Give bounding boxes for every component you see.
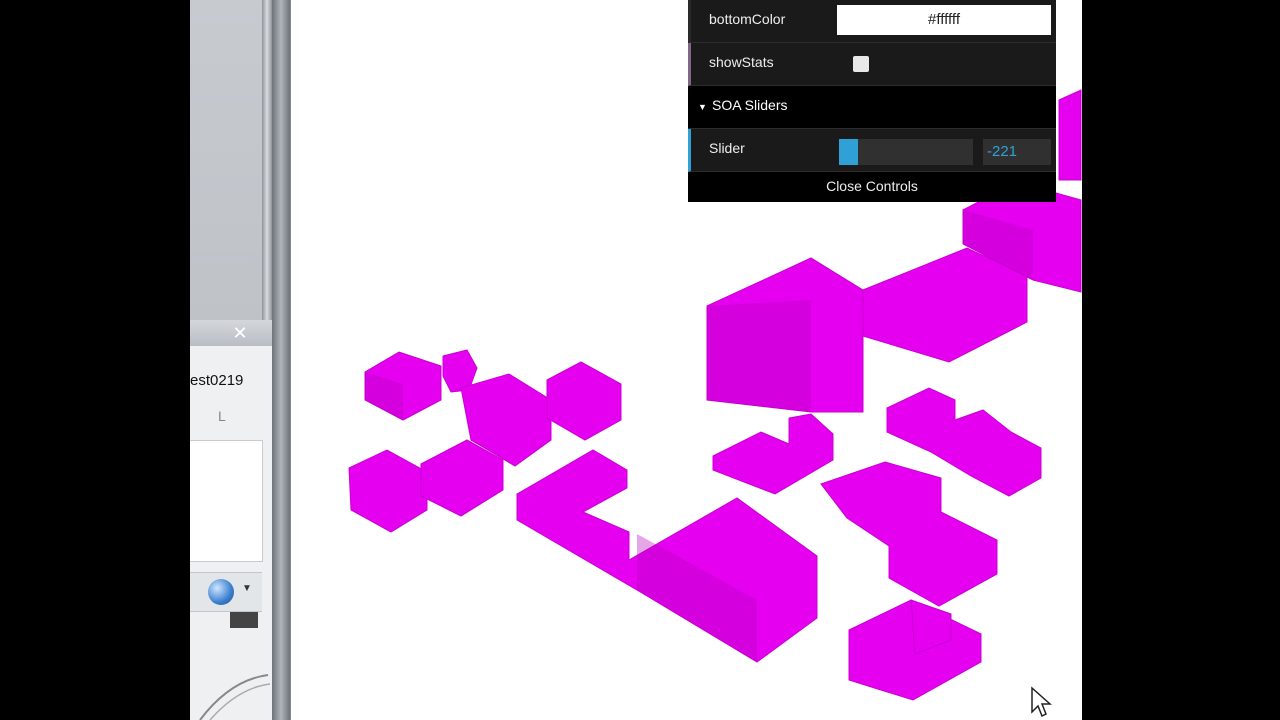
show-stats-label: showStats: [709, 54, 774, 70]
close-icon[interactable]: ✕: [230, 323, 250, 343]
panel-header: ✕: [190, 320, 272, 346]
left-application: ✕ est0219 L ▼: [190, 0, 291, 720]
slider-value-input[interactable]: -221: [983, 139, 1051, 165]
show-stats-checkbox[interactable]: [853, 56, 869, 72]
triangle-down-icon: ▼: [698, 102, 707, 112]
building: [546, 361, 622, 441]
building: [862, 247, 1028, 363]
screen: ✕ est0219 L ▼ bottomColor #ffffff showSt…: [190, 0, 1082, 720]
side-panel: ✕ est0219 L ▼: [190, 320, 273, 720]
controls-panel: bottomColor #ffffff showStats ▼ SOA Slid…: [688, 0, 1056, 202]
curve-decoration: [199, 674, 271, 720]
splitter[interactable]: [272, 0, 290, 720]
panel-dark-block: [230, 612, 258, 628]
column-label: L: [218, 408, 226, 424]
bottom-color-input[interactable]: #ffffff: [837, 5, 1051, 35]
building: [1058, 89, 1082, 181]
folder-title: SOA Sliders: [712, 97, 788, 113]
panel-content-box: [190, 440, 263, 562]
soa-sliders-folder[interactable]: ▼ SOA Sliders: [688, 86, 1056, 129]
chevron-down-icon[interactable]: ▼: [242, 583, 252, 594]
building: [820, 461, 998, 607]
panel-toolbar: ▼: [190, 572, 262, 612]
slider-fill: [839, 139, 858, 165]
building: [348, 449, 428, 533]
panel-title: est0219: [190, 372, 244, 389]
show-stats-row: showStats: [688, 43, 1056, 86]
building: [712, 413, 834, 495]
slider-track[interactable]: [839, 139, 973, 165]
mouse-cursor-icon: [1031, 686, 1052, 718]
bottom-color-label: bottomColor: [709, 11, 786, 27]
sphere-icon[interactable]: [208, 579, 234, 605]
slider-label: Slider: [709, 140, 745, 156]
close-controls-button[interactable]: Close Controls: [688, 172, 1056, 202]
slider-row: Slider -221: [688, 129, 1056, 172]
bottom-color-row: bottomColor #ffffff: [688, 0, 1056, 43]
